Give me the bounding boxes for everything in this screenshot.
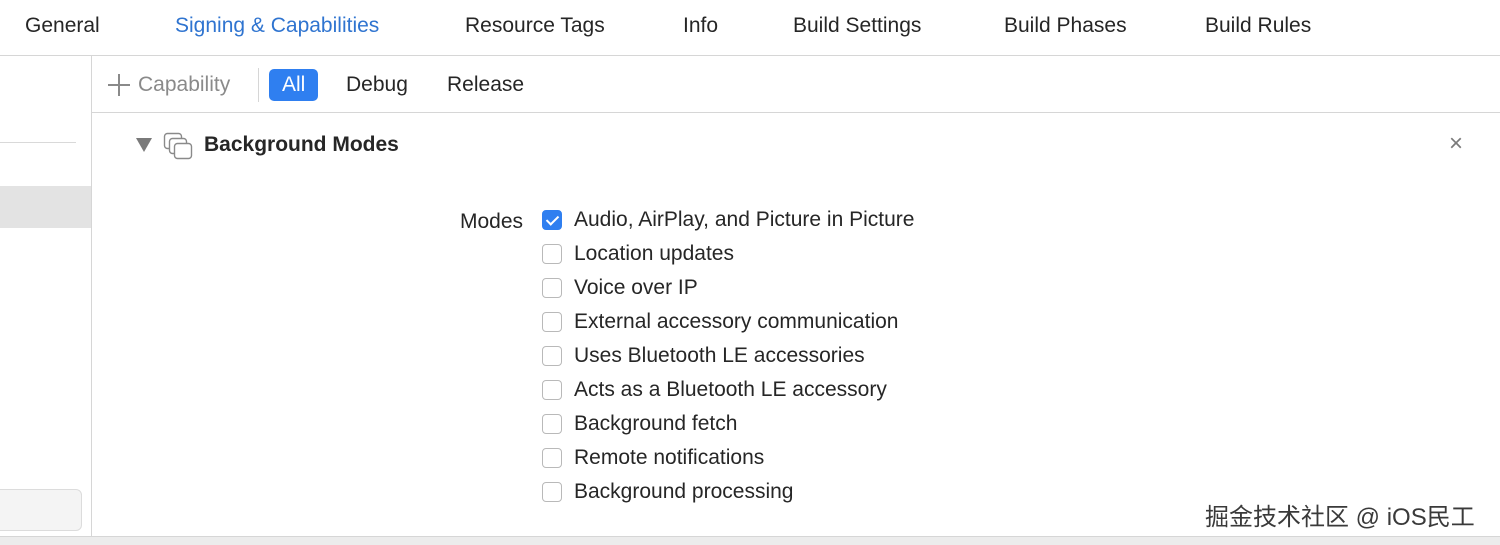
checkbox[interactable] xyxy=(542,346,562,366)
mode-label: Background processing xyxy=(574,480,794,503)
capability-title: Background Modes xyxy=(204,133,399,156)
mode-external-accessory[interactable]: External accessory communication xyxy=(542,305,914,339)
modes-label: Modes xyxy=(460,210,524,233)
stacked-windows-icon xyxy=(163,132,193,160)
watermark-text: 掘金技术社区 @ iOS民工 xyxy=(1205,504,1475,531)
mode-label: Background fetch xyxy=(574,412,738,435)
filter-all-button[interactable]: All xyxy=(269,69,319,101)
tab-signing-capabilities[interactable]: Signing & Capabilities xyxy=(175,14,379,38)
mode-label: Remote notifications xyxy=(574,446,765,469)
disclosure-triangle-icon[interactable] xyxy=(136,138,152,152)
checkbox[interactable] xyxy=(542,210,562,230)
sidebar-filter-field[interactable] xyxy=(0,489,82,531)
mode-label: Audio, AirPlay, and Picture in Picture xyxy=(574,208,915,231)
capability-toolbar: Capability All Debug Release xyxy=(92,56,1500,113)
checkbox[interactable] xyxy=(542,482,562,502)
tab-general[interactable]: General xyxy=(25,14,100,38)
checkbox[interactable] xyxy=(542,414,562,434)
filter-debug-button[interactable]: Debug xyxy=(333,69,421,101)
checkbox[interactable] xyxy=(542,448,562,468)
tab-info[interactable]: Info xyxy=(683,14,718,38)
mode-uses-bluetooth-le[interactable]: Uses Bluetooth LE accessories xyxy=(542,339,914,373)
checkbox[interactable] xyxy=(542,380,562,400)
mode-voice-over-ip[interactable]: Voice over IP xyxy=(542,271,914,305)
tab-build-phases[interactable]: Build Phases xyxy=(1004,14,1127,38)
mode-location-updates[interactable]: Location updates xyxy=(542,237,914,271)
tab-build-rules[interactable]: Build Rules xyxy=(1205,14,1311,38)
filter-release-button[interactable]: Release xyxy=(434,69,537,101)
capability-header-background-modes: Background Modes xyxy=(136,128,399,162)
sidebar-divider xyxy=(0,142,76,143)
close-icon[interactable]: × xyxy=(1446,131,1466,157)
tab-build-settings[interactable]: Build Settings xyxy=(793,14,921,38)
add-capability-label: Capability xyxy=(138,73,231,96)
targets-sidebar xyxy=(0,56,92,536)
mode-acts-as-bluetooth-le[interactable]: Acts as a Bluetooth LE accessory xyxy=(542,373,914,407)
checkbox[interactable] xyxy=(542,278,562,298)
mode-label: Uses Bluetooth LE accessories xyxy=(574,344,865,367)
mode-remote-notifications[interactable]: Remote notifications xyxy=(542,441,914,475)
mode-background-processing[interactable]: Background processing xyxy=(542,475,914,509)
checkbox[interactable] xyxy=(542,244,562,264)
modes-checkbox-list: Audio, AirPlay, and Picture in Picture L… xyxy=(542,203,914,509)
mode-label: External accessory communication xyxy=(574,310,899,333)
mode-label: Acts as a Bluetooth LE accessory xyxy=(574,378,887,401)
sidebar-selected-target-row[interactable] xyxy=(0,186,91,228)
tab-resource-tags[interactable]: Resource Tags xyxy=(465,14,605,38)
mode-background-fetch[interactable]: Background fetch xyxy=(542,407,914,441)
mode-label: Location updates xyxy=(574,242,734,265)
checkbox[interactable] xyxy=(542,312,562,332)
plus-icon xyxy=(108,74,130,96)
add-capability-button[interactable]: Capability xyxy=(108,72,230,98)
mode-label: Voice over IP xyxy=(574,276,698,299)
mode-audio-airplay-pip[interactable]: Audio, AirPlay, and Picture in Picture xyxy=(542,203,914,237)
toolbar-separator xyxy=(258,68,259,102)
editor-tab-bar: General Signing & Capabilities Resource … xyxy=(0,0,1500,56)
